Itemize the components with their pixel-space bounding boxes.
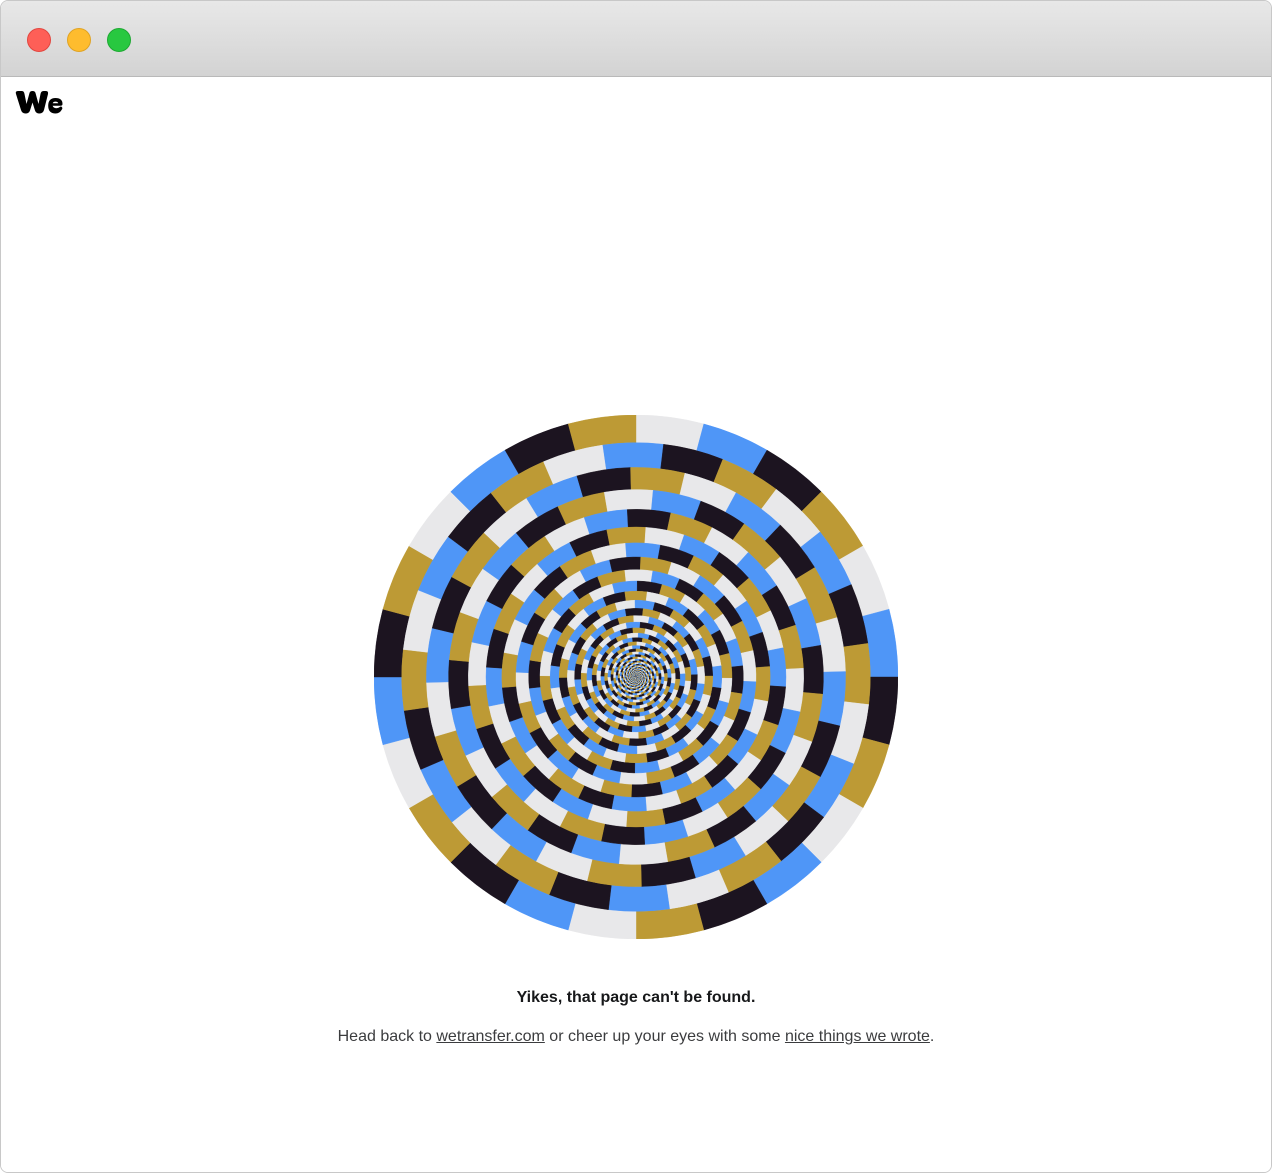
spiral-cell (528, 659, 542, 689)
spiral-cell (625, 542, 661, 560)
spiral-cell (632, 637, 643, 643)
spiral-cell (843, 643, 871, 705)
spiral-cell (618, 771, 648, 785)
spiral-cell (624, 590, 648, 602)
spiral-cell (632, 645, 641, 650)
spiral-cell (628, 737, 647, 746)
spiral-cell (625, 808, 666, 828)
spiral-cell (632, 651, 640, 655)
spiral-cells (374, 415, 898, 939)
browser-window: Yikes, that page can't be found. Head ba… (0, 0, 1272, 1173)
spiral-cell (602, 442, 664, 470)
wetransfer-home-link[interactable]: wetransfer.com (436, 1028, 544, 1045)
spiral-cell (767, 647, 787, 688)
page-content: Yikes, that page can't be found. Head ba… (1, 77, 1271, 1172)
subtext-middle: or cheer up your eyes with some (544, 1028, 785, 1045)
error-subtext: Head back to wetransfer.com or cheer up … (1, 1028, 1271, 1046)
spiral-cell (801, 645, 824, 695)
spiral-cell (606, 526, 647, 546)
spiral-cell (624, 569, 654, 583)
spiral-illustration (374, 415, 898, 939)
maximize-window-button[interactable] (107, 28, 131, 52)
spiral-cell (485, 666, 505, 707)
spiral-cell (618, 842, 668, 865)
spiral-cell (596, 670, 602, 681)
error-headline: Yikes, that page can't be found. (516, 989, 756, 1006)
spiral-cell (624, 752, 648, 764)
spiral-cell (604, 672, 609, 681)
spiral-cell (684, 666, 692, 682)
nice-things-link[interactable]: nice things we wrote (785, 1028, 930, 1045)
spiral-cell (711, 665, 723, 689)
subtext-suffix: . (929, 1028, 935, 1045)
spiral-cell (631, 704, 640, 709)
spiral-cell (632, 699, 640, 703)
spiral-cell (608, 884, 670, 912)
spiral-cell (501, 652, 519, 688)
spiral-cell (549, 665, 561, 689)
spiral-cell (401, 649, 429, 711)
spiral-cell (448, 659, 471, 709)
spiral-cell (670, 673, 676, 684)
spiral-cell (663, 673, 668, 682)
spiral-cell (604, 489, 654, 512)
wetransfer-logo-icon[interactable] (15, 89, 63, 115)
spiral-cell (730, 665, 744, 695)
spiral-cell (625, 608, 644, 617)
close-window-button[interactable] (27, 28, 51, 52)
spiral-cell (631, 725, 647, 733)
spiral-cell (610, 673, 614, 681)
window-titlebar (1, 1, 1271, 77)
spiral-cell (611, 794, 647, 812)
spiral-cell (753, 666, 771, 702)
spiral-cell (629, 711, 640, 717)
subtext-prefix: Head back to (337, 1028, 437, 1045)
spiral-cell (567, 669, 576, 688)
minimize-window-button[interactable] (67, 28, 91, 52)
spiral-cell (696, 666, 705, 685)
spiral-cell (658, 673, 662, 681)
spiral-cell (625, 621, 641, 629)
spiral-cell (580, 672, 588, 688)
